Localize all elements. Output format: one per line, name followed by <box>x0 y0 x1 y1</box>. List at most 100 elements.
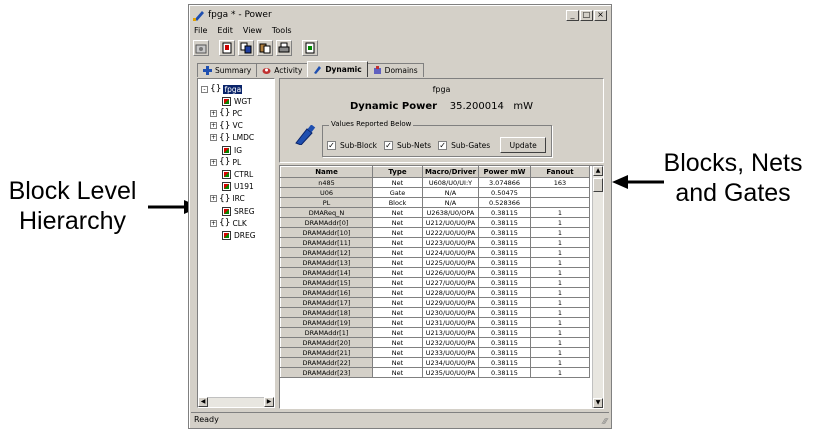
cell-macro-driver: U227/U0/U0/PA <box>422 277 479 288</box>
tab-dynamic[interactable]: Dynamic <box>307 61 368 77</box>
open-button[interactable] <box>193 40 209 56</box>
scroll-left-button[interactable]: ◀ <box>198 397 208 407</box>
col-power-header[interactable]: Power mW <box>478 166 531 178</box>
table-row[interactable]: DRAMAddr[23] Net U235/U0/U0/PA 0.38115 1 <box>280 367 590 378</box>
col-macro-driver-header[interactable]: Macro/Driver <box>422 166 479 178</box>
copy-button[interactable] <box>238 40 254 56</box>
scroll-right-button[interactable]: ▶ <box>264 397 274 407</box>
table-row[interactable]: DRAMAddr[17] Net U229/U0/U0/PA 0.38115 1 <box>280 297 590 308</box>
leaf-block-icon <box>222 206 231 216</box>
title-bar[interactable]: fpga * - Power _ □ × <box>191 7 609 23</box>
table-header-row: Name Type Macro/Driver Power mW Fanout <box>280 166 590 178</box>
sub-block-checkbox[interactable]: ✓ <box>327 140 336 150</box>
expand-icon[interactable]: + <box>210 122 217 130</box>
col-fanout-header[interactable]: Fanout <box>530 166 590 178</box>
report-button[interactable] <box>219 40 235 56</box>
scroll-thumb[interactable] <box>593 178 603 192</box>
expand-icon[interactable]: + <box>210 195 217 203</box>
menu-view[interactable]: View <box>243 26 262 35</box>
expand-icon[interactable]: + <box>210 109 217 117</box>
tree-item[interactable]: +{} VC <box>210 120 243 132</box>
table-row[interactable]: DRAMAddr[19] Net U231/U0/U0/PA 0.38115 1 <box>280 317 590 328</box>
table-row[interactable]: DMAReq_N Net U2638/U0/OPA 0.38115 1 <box>280 207 590 218</box>
dynamic-power-readout: Dynamic Power 35.200014 mW <box>280 101 603 112</box>
table-row[interactable]: DRAMAddr[12] Net U224/U0/U0/PA 0.38115 1 <box>280 247 590 258</box>
tree-item[interactable]: +{} IRC <box>210 193 245 205</box>
status-bar: Ready ⁄⁄⁄ <box>191 412 609 426</box>
tree-item[interactable]: U191 <box>210 181 254 193</box>
leaf-block-icon <box>222 182 231 192</box>
tree-item[interactable]: WGT <box>210 95 252 107</box>
table-row[interactable]: DRAMAddr[1] Net U213/U0/U0/PA 0.38115 1 <box>280 327 590 338</box>
tree-item[interactable]: DREG <box>210 229 256 241</box>
tab-domains[interactable]: Domains <box>366 63 424 77</box>
expand-icon[interactable]: + <box>210 219 217 227</box>
tree-item[interactable]: +{} LMDC <box>210 132 254 144</box>
export-button[interactable] <box>302 40 318 56</box>
table-row[interactable]: DRAMAddr[22] Net U234/U0/U0/PA 0.38115 1 <box>280 357 590 368</box>
menu-file[interactable]: File <box>194 26 207 35</box>
update-button[interactable]: Update <box>500 137 547 153</box>
cell-name: DRAMAddr[20] <box>280 337 373 348</box>
table-row[interactable]: DRAMAddr[0] Net U212/U0/U0/PA 0.38115 1 <box>280 217 590 228</box>
table-row[interactable]: DRAMAddr[20] Net U232/U0/U0/PA 0.38115 1 <box>280 337 590 348</box>
tree-item[interactable]: IG <box>210 144 242 156</box>
resize-grip-icon[interactable]: ⁄⁄⁄ <box>603 417 607 426</box>
block-icon: {} <box>219 108 231 119</box>
sub-nets-checkbox[interactable]: ✓ <box>384 140 393 150</box>
table-row[interactable]: n485 Net U608/U0/UI:Y 3.074866 163 <box>280 177 590 188</box>
table-row[interactable]: U06 Gate N/A 0.50475 <box>280 187 590 198</box>
cell-macro-driver: U2638/U0/OPA <box>422 207 479 218</box>
table-row[interactable]: DRAMAddr[16] Net U228/U0/U0/PA 0.38115 1 <box>280 287 590 298</box>
cell-fanout: 1 <box>530 247 590 258</box>
scroll-up-button[interactable]: ▲ <box>593 166 603 176</box>
sub-gates-checkbox[interactable]: ✓ <box>438 140 448 150</box>
cell-type: Net <box>372 367 423 378</box>
paste-button[interactable] <box>257 40 273 56</box>
table-row[interactable]: DRAMAddr[13] Net U225/U0/U0/PA 0.38115 1 <box>280 257 590 268</box>
tree-horizontal-scrollbar[interactable]: ◀ ▶ <box>198 397 274 407</box>
maximize-button[interactable]: □ <box>580 9 593 21</box>
cell-type: Net <box>372 217 423 228</box>
cell-name: DRAMAddr[11] <box>280 237 373 248</box>
menu-tools[interactable]: Tools <box>272 26 292 35</box>
tree-item[interactable]: +{} PC <box>210 107 242 119</box>
cell-fanout: 1 <box>530 307 590 318</box>
block-hierarchy-tree[interactable]: -{} fpga WGT +{} PC +{} VC +{} LMDC IG +{} PL CTRL U1… <box>197 78 275 408</box>
cell-type: Net <box>372 177 423 188</box>
leaf-block-icon <box>222 230 231 240</box>
tree-item[interactable]: CTRL <box>210 168 253 180</box>
col-type-header[interactable]: Type <box>372 166 423 178</box>
tree-item[interactable]: +{} PL <box>210 156 241 168</box>
table-row[interactable]: DRAMAddr[15] Net U227/U0/U0/PA 0.38115 1 <box>280 277 590 288</box>
collapse-icon[interactable]: - <box>201 85 208 93</box>
print-button[interactable] <box>276 40 292 56</box>
menu-edit[interactable]: Edit <box>217 26 233 35</box>
tab-activity[interactable]: Activity <box>256 63 309 77</box>
minimize-button[interactable]: _ <box>566 9 579 21</box>
cell-power: 0.38115 <box>478 217 531 228</box>
tree-item[interactable]: -{} fpga <box>201 83 243 95</box>
cell-macro-driver: U224/U0/U0/PA <box>422 247 479 258</box>
table-row[interactable]: DRAMAddr[14] Net U226/U0/U0/PA 0.38115 1 <box>280 267 590 278</box>
cell-power: 0.38115 <box>478 227 531 238</box>
tree-item-label: DREG <box>234 230 256 240</box>
block-icon: {} <box>219 193 231 204</box>
table-row[interactable]: DRAMAddr[11] Net U223/U0/U0/PA 0.38115 1 <box>280 237 590 248</box>
cell-fanout: 1 <box>530 267 590 278</box>
tree-item[interactable]: SREG <box>210 205 255 217</box>
tree-item[interactable]: +{} CLK <box>210 217 247 229</box>
tree-item-label: IG <box>234 145 243 155</box>
close-button[interactable]: × <box>594 9 607 21</box>
expand-icon[interactable]: + <box>210 158 217 166</box>
table-row[interactable]: PL Block N/A 0.528366 <box>280 197 590 208</box>
table-row[interactable]: DRAMAddr[18] Net U230/U0/U0/PA 0.38115 1 <box>280 307 590 318</box>
expand-icon[interactable]: + <box>210 134 217 142</box>
scroll-down-button[interactable]: ▼ <box>593 398 603 408</box>
table-row[interactable]: DRAMAddr[21] Net U233/U0/U0/PA 0.38115 1 <box>280 347 590 358</box>
table-row[interactable]: DRAMAddr[10] Net U222/U0/U0/PA 0.38115 1 <box>280 227 590 238</box>
table-vertical-scrollbar[interactable]: ▲ ▼ <box>592 166 603 408</box>
col-name-header[interactable]: Name <box>280 166 373 178</box>
tab-summary[interactable]: Summary <box>197 63 258 77</box>
cell-fanout: 1 <box>530 237 590 248</box>
